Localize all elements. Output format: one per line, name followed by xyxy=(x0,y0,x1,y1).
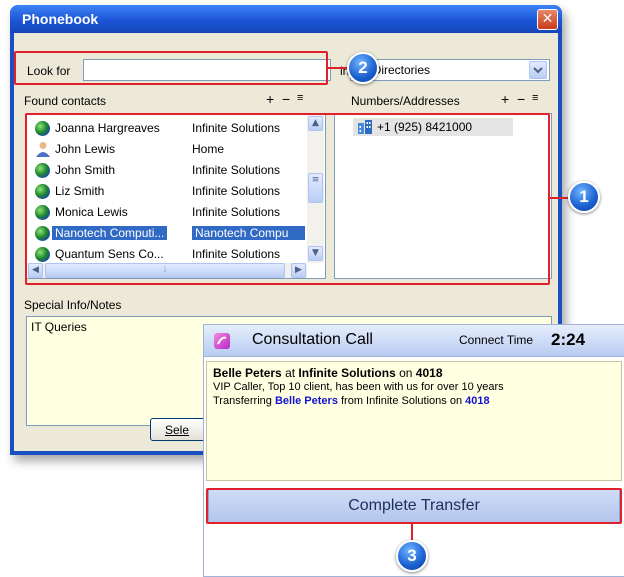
caller-note: VIP Caller, Top 10 client, has been with… xyxy=(213,381,504,393)
close-icon[interactable]: ✕ xyxy=(537,9,558,30)
caller-line-1: Belle Peters at Infinite Solutions on 40… xyxy=(213,366,443,380)
transfer-name: Belle Peters xyxy=(274,395,338,407)
caller-at: at xyxy=(285,366,296,380)
phone-icon xyxy=(214,333,230,349)
remove-contact-button[interactable]: − xyxy=(282,91,290,107)
caller-company: Infinite Solutions xyxy=(298,366,396,380)
callout-3-connector xyxy=(411,524,413,540)
callout-1-badge: 1 xyxy=(568,181,600,213)
caller-info-panel: Belle Peters at Infinite Solutions on 40… xyxy=(206,361,622,481)
lists-highlight-box xyxy=(25,113,550,285)
connect-time-label: Connect Time xyxy=(459,333,534,347)
search-highlight-box xyxy=(14,51,328,85)
consultation-header: Consultation Call Connect Time 2:24 xyxy=(204,325,624,357)
add-number-button[interactable]: + xyxy=(501,91,509,107)
select-button-label: Sele xyxy=(165,423,190,437)
remove-number-button[interactable]: − xyxy=(517,91,525,107)
contacts-list-icon[interactable]: ≡ xyxy=(297,92,303,104)
callout-2-badge: 2 xyxy=(347,52,379,84)
add-contact-button[interactable]: + xyxy=(266,91,274,107)
callout-2-connector xyxy=(328,67,348,69)
title-bar[interactable]: Phonebook ✕ xyxy=(10,5,562,33)
found-contacts-header: Found contacts xyxy=(24,94,107,108)
transfer-extension: 4018 xyxy=(465,395,490,407)
window-title: Phonebook xyxy=(22,11,99,27)
transfer-mid: from Infinite Solutions on xyxy=(341,395,463,407)
notes-text: IT Queries xyxy=(31,320,87,334)
consultation-title: Consultation Call xyxy=(252,331,373,348)
transfer-highlight-box xyxy=(206,488,622,524)
transfer-line: Transferring Belle Peters from Infinite … xyxy=(213,395,490,407)
transfer-prefix: Transferring xyxy=(213,395,272,407)
caller-on: on xyxy=(399,366,413,380)
directory-select[interactable]: All Directories xyxy=(350,59,550,81)
caller-extension: 4018 xyxy=(415,366,443,380)
callout-1-connector xyxy=(550,197,568,199)
caller-name: Belle Peters xyxy=(213,366,282,380)
notes-label: Special Info/Notes xyxy=(24,298,122,312)
numbers-list-icon[interactable]: ≡ xyxy=(532,92,538,104)
connect-time-value: 2:24 xyxy=(551,330,586,349)
numbers-header: Numbers/Addresses xyxy=(351,94,460,108)
consultation-call-window: Consultation Call Connect Time 2:24 Bell… xyxy=(203,324,624,577)
callout-3-badge: 3 xyxy=(396,540,428,572)
chevron-down-icon[interactable] xyxy=(529,61,547,79)
